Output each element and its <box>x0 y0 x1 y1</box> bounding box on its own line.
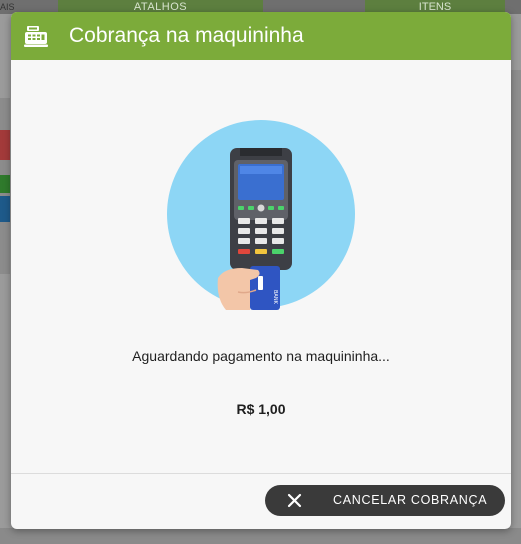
close-icon <box>287 493 302 508</box>
background-blue-block <box>0 196 10 222</box>
payment-amount: R$ 1,00 <box>236 401 286 417</box>
footer-divider <box>11 473 511 474</box>
modal-header: Cobrança na maquininha <box>11 12 511 60</box>
background-green-block <box>0 175 10 193</box>
cancel-charge-button[interactable]: CANCELAR COBRANÇA <box>265 485 505 516</box>
payment-modal: Cobrança na maquininha BANK Aguardando p… <box>11 12 511 529</box>
background-red-block <box>0 130 10 160</box>
card-terminal-illustration: BANK <box>167 120 355 310</box>
card-brand-text: BANK <box>272 290 278 305</box>
cancel-charge-label: CANCELAR COBRANÇA <box>333 493 488 507</box>
modal-title: Cobrança na maquininha <box>69 24 304 47</box>
background-right-panel <box>510 70 521 270</box>
payment-status-text: Aguardando pagamento na maquininha... <box>132 348 390 364</box>
cash-register-icon <box>24 26 48 47</box>
background-bottom <box>0 528 521 544</box>
